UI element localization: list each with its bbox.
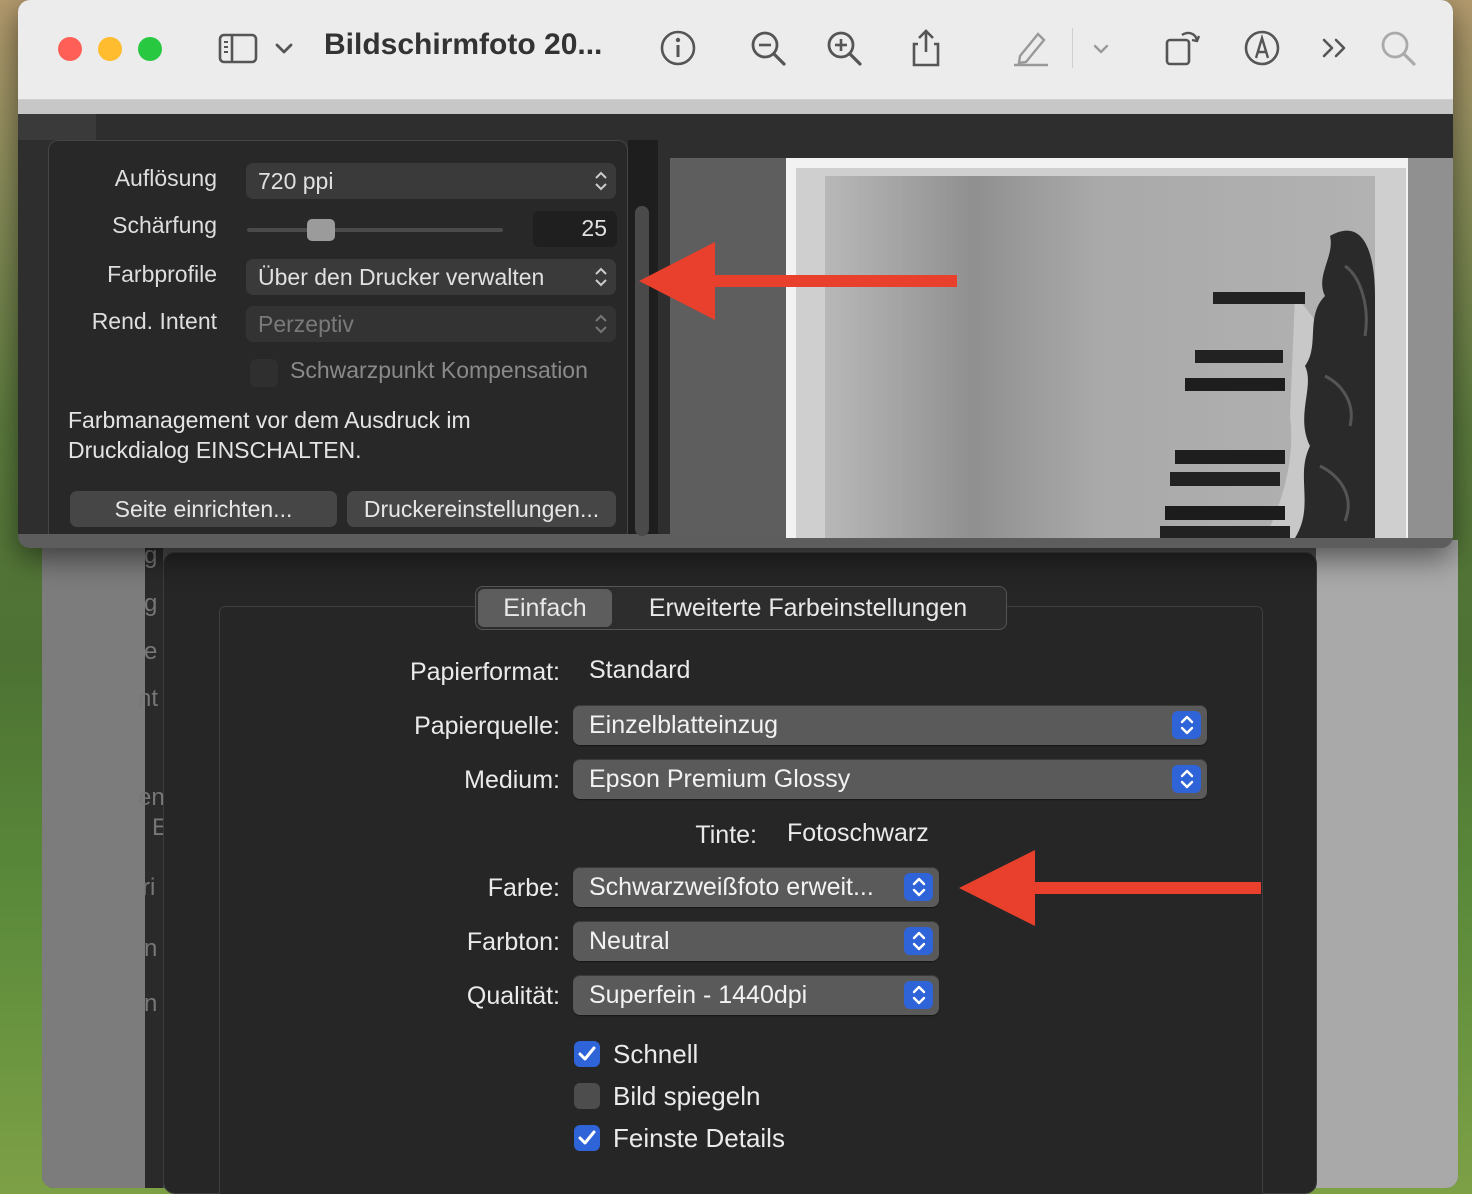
content-corner [18, 114, 96, 140]
checkbox-label-bild-spiegeln: Bild spiegeln [613, 1081, 761, 1111]
color-profiles-value: Über den Drucker verwalten [258, 263, 545, 290]
quality-label: Qualität: [466, 982, 560, 1010]
checkbox-label-schnell: Schnell [613, 1039, 699, 1069]
media-label: Medium: [464, 766, 560, 794]
ink-value: Fotoschwarz [787, 819, 929, 847]
background-text-fragment: n [144, 990, 158, 1017]
background-text-fragment: nt [138, 685, 159, 712]
chevron-down-icon[interactable] [270, 28, 298, 68]
preview-right-strip [1408, 158, 1453, 538]
background-text-fragment: g [144, 590, 158, 617]
blackpoint-label: Schwarzpunkt Kompensation [290, 357, 588, 383]
tone-label: Farbton: [466, 928, 560, 956]
color-label: Farbe: [487, 874, 560, 902]
tone-value: Neutral [589, 926, 670, 955]
resolution-value: 720 ppi [258, 167, 334, 194]
popup-stepper-icon [904, 927, 933, 955]
popup-stepper-icon [1172, 765, 1201, 793]
chevron-down-icon[interactable] [1088, 28, 1114, 68]
popup-stepper-icon [904, 981, 933, 1009]
window-title: Bildschirmfoto 20... [324, 28, 603, 61]
color-management-note: Farbmanagement vor dem Ausdruck im Druck… [68, 407, 471, 463]
background-text-fragment: n [144, 935, 158, 962]
more-icon[interactable] [1316, 28, 1356, 68]
sharpening-slider-thumb[interactable] [307, 219, 335, 241]
printer-settings-button[interactable]: Druckereinstellungen... [347, 491, 616, 527]
toolbar-shadow [18, 100, 1453, 114]
red-arrow-annotation [959, 850, 1261, 926]
sharpening-value-field[interactable]: 25 [533, 211, 617, 247]
rendering-intent-label: Rend. Intent [91, 308, 217, 334]
info-icon[interactable] [658, 28, 698, 68]
background-text-fragment: ri [142, 874, 156, 901]
popup-stepper-icon [1172, 711, 1201, 739]
title-bar: Bildschirmfoto 20... [18, 0, 1453, 100]
paper-size-value: Standard [589, 656, 691, 684]
media-popup[interactable]: Epson Premium Glossy [573, 759, 1207, 799]
toolbar-separator [1072, 28, 1073, 68]
preview-photo [825, 176, 1375, 538]
paper-source-label: Papierquelle: [414, 712, 560, 740]
resolution-label: Auflösung [114, 165, 217, 191]
tone-popup[interactable]: Neutral [573, 921, 939, 961]
background-text-fragment: en [138, 784, 165, 811]
popup-arrows-icon [595, 314, 607, 334]
blackpoint-checkbox[interactable] [250, 359, 278, 387]
window-content: Auflösung 720 ppi Schärfung 25 Farbprofi… [18, 114, 1453, 538]
color-popup[interactable]: Schwarzweißfoto erweit... [573, 867, 939, 907]
paper-source-value: Einzelblatteinzug [589, 710, 779, 739]
photo-image [975, 176, 1375, 538]
sharpening-slider-track[interactable] [247, 228, 503, 232]
rotate-icon[interactable] [1162, 28, 1202, 68]
tab-einfach[interactable]: Einfach [478, 589, 612, 627]
paper-source-popup[interactable]: Einzelblatteinzug [573, 705, 1207, 745]
share-icon[interactable] [906, 28, 946, 68]
paper-size-label: Papierformat: [409, 658, 560, 686]
quality-value: Superfein - 1440dpi [589, 980, 808, 1009]
background-sidebar [42, 540, 145, 1188]
checkbox-feinste-details[interactable] [574, 1125, 600, 1151]
tab-control: Einfach Erweiterte Farbeinstellungen [475, 586, 1007, 630]
markup-icon[interactable] [1242, 28, 1282, 68]
color-profiles-label: Farbprofile [107, 261, 217, 287]
search-icon[interactable] [1378, 28, 1418, 68]
print-settings-panel: Auflösung 720 ppi Schärfung 25 Farbprofi… [48, 140, 628, 534]
quality-popup[interactable]: Superfein - 1440dpi [573, 975, 939, 1015]
rendering-intent-value: Perzeptiv [258, 310, 354, 337]
rendering-intent-popup[interactable]: Perzeptiv [246, 306, 616, 342]
sharpening-label: Schärfung [112, 212, 217, 238]
print-preview [670, 158, 1453, 538]
markup-pen-icon[interactable] [1010, 28, 1050, 68]
close-button[interactable] [58, 37, 82, 61]
page-setup-button[interactable]: Seite einrichten... [70, 491, 337, 527]
zoom-out-icon[interactable] [748, 28, 788, 68]
checkmark-icon [578, 1130, 596, 1145]
background-right-pane [1316, 540, 1458, 1188]
zoom-button[interactable] [138, 37, 162, 61]
color-profiles-popup[interactable]: Über den Drucker verwalten [246, 259, 616, 295]
checkbox-bild-spiegeln[interactable] [574, 1083, 600, 1109]
checkbox-label-feinste-details: Feinste Details [613, 1123, 785, 1153]
color-value: Schwarzweißfoto erweit... [589, 872, 874, 901]
popup-arrows-icon [595, 267, 607, 287]
ink-label: Tinte: [695, 821, 757, 849]
popup-stepper-icon [904, 873, 933, 901]
resolution-popup[interactable]: 720 ppi [246, 163, 616, 199]
zoom-in-icon[interactable] [824, 28, 864, 68]
media-value: Epson Premium Glossy [589, 764, 851, 793]
sidebar-icon[interactable] [218, 28, 258, 68]
background-text-fragment: e [144, 638, 158, 665]
popup-arrows-icon [595, 171, 607, 191]
tab-advanced-color[interactable]: Erweiterte Farbeinstellungen [612, 589, 1004, 627]
minimize-button[interactable] [98, 37, 122, 61]
checkbox-schnell[interactable] [574, 1041, 600, 1067]
checkmark-icon [578, 1046, 596, 1061]
red-arrow-annotation [639, 242, 957, 320]
